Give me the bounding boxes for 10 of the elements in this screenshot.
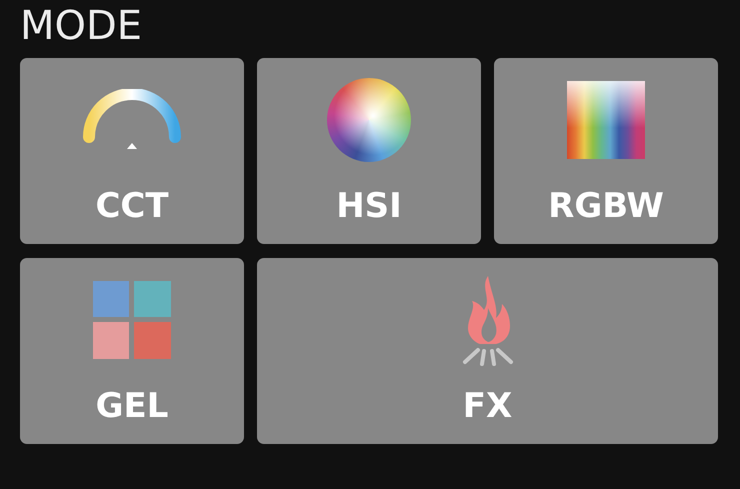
temperature-arc-icon: [82, 89, 182, 151]
page-title: MODE: [20, 2, 144, 51]
mode-button[interactable]: GEL: [20, 258, 244, 444]
campfire-icon: [462, 274, 514, 366]
mode-button[interactable]: HSI: [257, 58, 481, 244]
mode-button[interactable]: CCT: [20, 58, 244, 244]
mode-button[interactable]: RGBW: [494, 58, 718, 244]
mode-button[interactable]: FX: [257, 258, 718, 444]
color-squares-icon: [93, 281, 171, 359]
color-spectrum-icon: [567, 81, 645, 159]
